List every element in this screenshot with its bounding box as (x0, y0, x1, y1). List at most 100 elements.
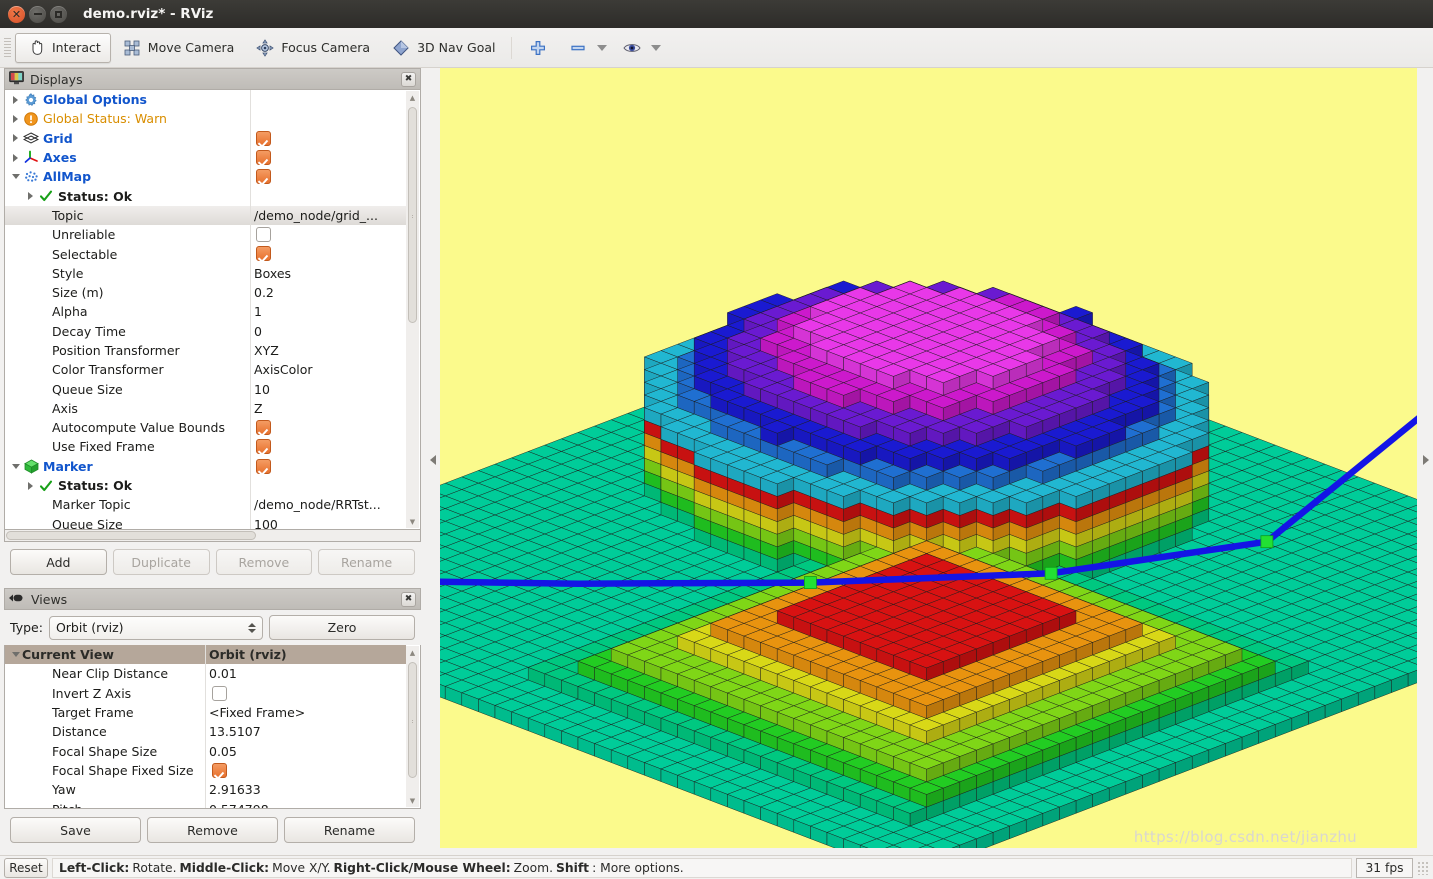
reset-button[interactable]: Reset (4, 857, 48, 878)
row-label: Yaw (52, 782, 76, 798)
hint-segment: Shift (556, 860, 590, 875)
hint-segment: : More options. (592, 860, 684, 875)
axes-icon (22, 150, 40, 165)
displays-scrollbar[interactable]: ▲ ▼ (406, 91, 419, 528)
expand-triangle-icon[interactable] (9, 114, 22, 123)
tool-focus-camera[interactable]: Focus Camera (244, 33, 380, 63)
collapse-triangle-icon[interactable] (9, 174, 22, 180)
mouse-hint-text: Left-Click: Rotate. Middle-Click: Move X/Y.… (52, 857, 1352, 878)
tree-row[interactable]: Selectable (5, 244, 406, 263)
tree-row[interactable]: Grid (5, 129, 406, 148)
scroll-down-arrow[interactable]: ▼ (406, 794, 419, 807)
chevron-down-icon[interactable] (597, 44, 608, 51)
remove-button[interactable]: Remove (147, 817, 278, 843)
zero-button[interactable]: Zero (268, 615, 415, 640)
expand-triangle-icon[interactable] (24, 481, 37, 490)
tool-visibility[interactable] (612, 33, 666, 63)
tree-row[interactable]: Decay Time 0 (5, 322, 406, 341)
expand-triangle-icon[interactable] (9, 153, 22, 162)
tree-row[interactable]: Queue Size 10 (5, 379, 406, 398)
row-label: Distance (52, 724, 107, 740)
scroll-up-arrow[interactable]: ▲ (406, 646, 419, 659)
hint-segment: Move X/Y. (272, 860, 331, 875)
duplicate-button: Duplicate (112, 549, 210, 575)
displays-panel-close-icon[interactable]: ✖ (401, 71, 416, 87)
row-value: 100 (254, 516, 278, 529)
row-value: AxisColor (254, 362, 313, 378)
tree-row[interactable]: Global Status: Warn (5, 109, 406, 128)
path-waypoint (1044, 566, 1058, 580)
tree-row[interactable]: Marker Topic/demo_node/RRTst... (5, 495, 406, 514)
views-scrollbar[interactable]: ▲ ▼ (406, 646, 419, 807)
scroll-down-arrow[interactable]: ▼ (406, 515, 419, 528)
collapse-left-dock-arrow[interactable] (428, 440, 437, 480)
displays-scroll-thumb[interactable] (408, 107, 417, 323)
displays-tree[interactable]: Global Options Global Status: Warn Grid Axe… (4, 90, 421, 530)
view-type-select[interactable]: Orbit (rviz) (48, 615, 263, 640)
close-button[interactable]: ✕ (8, 5, 25, 23)
tree-row[interactable]: Size (m) 0.2 (5, 283, 406, 302)
save-button[interactable]: Save (10, 817, 141, 843)
tree-row[interactable]: Color Transformer AxisColor (5, 360, 406, 379)
checkbox-checked[interactable] (212, 762, 227, 778)
maximize-button[interactable] (50, 5, 67, 23)
collapse-triangle-icon[interactable] (9, 463, 22, 469)
displays-hscroll-thumb[interactable] (6, 531, 256, 540)
views-scroll-thumb[interactable] (408, 662, 417, 778)
tree-row[interactable]: Axes (5, 148, 406, 167)
row-label: Style (52, 265, 84, 281)
checkbox-checked[interactable] (256, 439, 271, 455)
eye-icon (621, 37, 643, 59)
rename-button[interactable]: Rename (284, 817, 415, 843)
row-label: Marker Topic (52, 497, 131, 513)
tool-move-camera[interactable]: Move Camera (111, 33, 245, 63)
checkbox-unchecked[interactable] (256, 227, 271, 243)
chevron-down-icon[interactable] (651, 44, 662, 51)
tool-interact[interactable]: Interact (15, 32, 111, 63)
checkbox-checked[interactable] (256, 420, 271, 436)
3d-render-view[interactable]: https://blog.csdn.net/jianzhu (440, 68, 1417, 848)
grid-icon (22, 131, 40, 145)
hint-segment: Zoom. (513, 860, 553, 875)
tree-row[interactable]: Global Options (5, 90, 406, 109)
tree-row[interactable]: Alpha 1 (5, 302, 406, 321)
tree-row[interactable]: Marker (5, 457, 406, 476)
collapse-triangle-icon[interactable] (9, 652, 22, 658)
checkbox-checked[interactable] (256, 149, 271, 165)
expand-triangle-icon[interactable] (9, 95, 22, 104)
tree-row[interactable]: Status: Ok (5, 186, 406, 205)
tree-row[interactable]: Axis Z (5, 399, 406, 418)
tree-row[interactable]: Status: Ok (5, 476, 406, 495)
checkbox-checked[interactable] (256, 458, 271, 474)
tree-row[interactable]: Unreliable (5, 225, 406, 244)
scroll-up-arrow[interactable]: ▲ (406, 91, 419, 104)
tree-row[interactable]: Topic/demo_node/grid_... (5, 205, 406, 226)
tree-row[interactable]: AllMap (5, 167, 406, 186)
minimize-button[interactable] (29, 5, 46, 23)
tree-row[interactable]: Autocompute Value Bounds (5, 418, 406, 437)
tree-row[interactable]: Queue Size 100 (5, 515, 406, 529)
tool-3d-nav-goal[interactable]: 3D Nav Goal (380, 33, 505, 63)
move-camera-icon (121, 37, 143, 59)
checkbox-unchecked[interactable] (212, 685, 227, 701)
spinner-arrows-icon[interactable] (247, 622, 256, 633)
toolbar-grip[interactable] (2, 37, 12, 58)
views-button-row: Save Remove Rename (4, 809, 421, 849)
checkbox-checked[interactable] (256, 246, 271, 262)
tree-row[interactable]: Style Boxes (5, 264, 406, 283)
views-panel-close-icon[interactable]: ✖ (401, 591, 416, 607)
checkbox-checked[interactable] (256, 169, 271, 185)
checkbox-checked[interactable] (256, 130, 271, 146)
resize-grip[interactable] (1417, 860, 1429, 875)
collapse-right-dock-arrow[interactable] (1421, 440, 1430, 480)
tool-3d-nav-goal-label: 3D Nav Goal (417, 40, 496, 55)
expand-triangle-icon[interactable] (9, 134, 22, 143)
tree-row[interactable]: Position Transformer XYZ (5, 341, 406, 360)
tool-add-display[interactable] (518, 33, 558, 63)
tree-row[interactable]: Use Fixed Frame (5, 437, 406, 456)
displays-hscrollbar[interactable] (4, 530, 421, 542)
views-tree[interactable]: Current View Orbit (rviz) Near Clip Distan… (4, 645, 421, 809)
add-button[interactable]: Add (10, 549, 107, 575)
expand-triangle-icon[interactable] (24, 192, 37, 201)
tool-remove-display[interactable] (558, 33, 612, 63)
